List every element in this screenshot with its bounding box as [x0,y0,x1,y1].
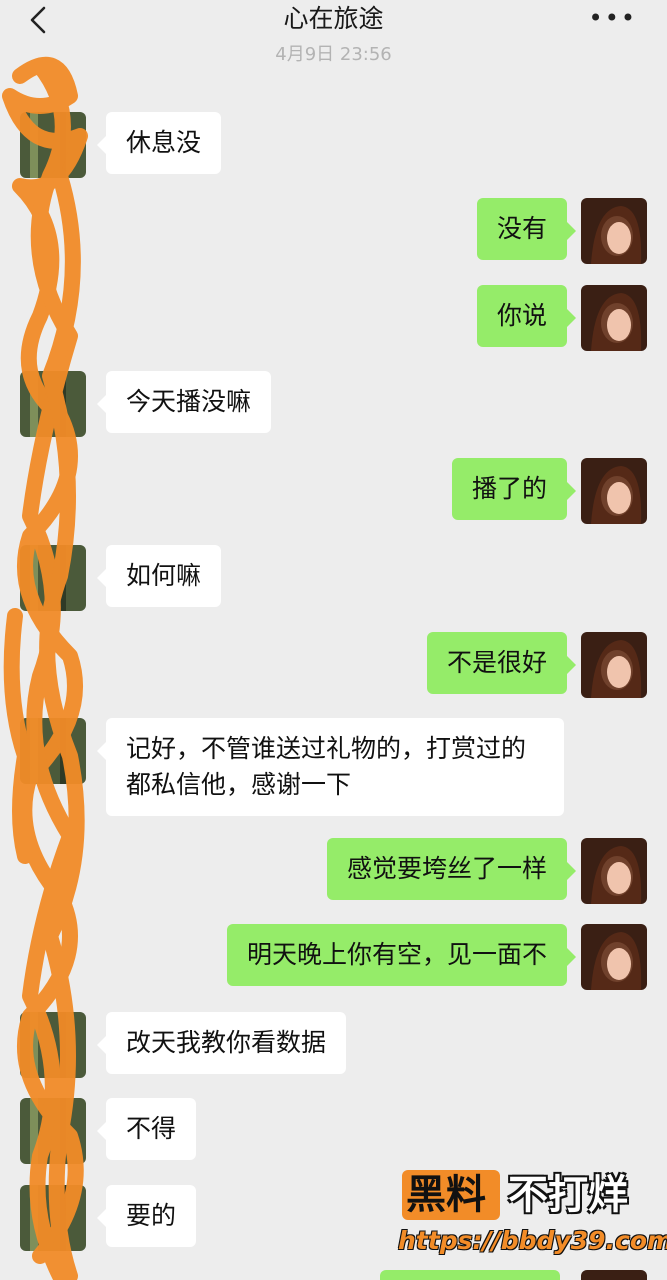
message-bubble-incoming[interactable]: 记好，不管谁送过礼物的，打赏过的都私信他，感谢一下 [97,718,564,816]
self-avatar[interactable] [581,924,647,990]
message-bubble-outgoing[interactable]: 你说 [476,285,577,347]
contact-avatar-image [20,718,86,784]
contact-avatar-image [20,1185,86,1251]
contact-avatar-image [20,1098,86,1164]
message-bubble-outgoing[interactable]: 明天晚上你有空，见一面不 [226,924,577,986]
self-avatar[interactable] [581,838,647,904]
more-dots-icon: ••• [588,4,637,32]
self-avatar-image [581,285,647,351]
more-button[interactable]: ••• [589,6,637,30]
self-avatar[interactable] [581,198,647,264]
message-timestamp: 4月9日 23:56 [275,44,392,65]
self-avatar[interactable] [581,458,647,524]
contact-avatar-image [20,545,86,611]
self-avatar[interactable] [581,285,647,351]
contact-avatar[interactable] [20,1012,86,1078]
watermark-slogan: 不打烊 [508,1172,628,1218]
contact-avatar[interactable] [20,545,86,611]
self-avatar-image [581,632,647,698]
contact-avatar[interactable] [20,718,86,784]
contact-avatar[interactable] [20,1185,86,1251]
self-avatar-image [581,198,647,264]
watermark-url: https://bbdy39.com [398,1226,667,1255]
contact-avatar[interactable] [20,112,86,178]
watermark-brand: 黑料 [406,1172,486,1218]
self-avatar[interactable] [581,632,647,698]
watermark: 黑料 不打烊 https://bbdy39.com [398,1166,667,1276]
contact-avatar[interactable] [20,1098,86,1164]
contact-avatar-image [20,112,86,178]
message-bubble-incoming[interactable]: 不得 [96,1098,197,1160]
message-bubble-incoming[interactable]: 要的 [96,1185,197,1247]
message-bubble-outgoing[interactable]: 感觉要垮丝了一样 [326,838,577,900]
redaction-scribble [2,56,88,1280]
message-bubble-incoming[interactable]: 今天播没嘛 [96,371,272,433]
chat-header: 心在旅途 ••• [0,0,667,40]
self-avatar-image [581,924,647,990]
chat-title: 心在旅途 [283,4,384,33]
message-bubble-outgoing[interactable]: 播了的 [451,458,577,520]
contact-avatar[interactable] [20,371,86,437]
message-bubble-outgoing[interactable]: 不是很好 [426,632,577,694]
message-bubble-outgoing[interactable]: 没有 [476,198,577,260]
message-bubble-incoming[interactable]: 如何嘛 [96,545,222,607]
contact-avatar-image [20,1012,86,1078]
self-avatar-image [581,838,647,904]
contact-avatar-image [20,371,86,437]
self-avatar-image [581,458,647,524]
message-bubble-incoming[interactable]: 改天我教你看数据 [96,1012,347,1074]
message-bubble-incoming[interactable]: 休息没 [96,112,222,174]
